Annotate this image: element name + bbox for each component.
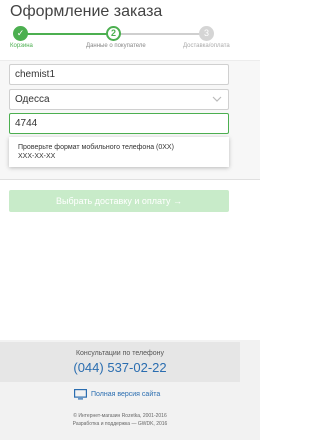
developer-text: Разработка и поддержка — GWDK, 2016: [72, 421, 168, 427]
progress-line-todo: [114, 33, 206, 35]
choose-delivery-button[interactable]: Выбрать доставку и оплату →: [9, 190, 229, 212]
login-value: chemist1: [15, 69, 56, 80]
monitor-icon: [74, 389, 87, 400]
city-select[interactable]: Одесса: [9, 89, 229, 110]
error-line-1: Проверьте формат мобильного телефона (0X…: [18, 144, 174, 151]
footer: Консультации по телефону (044) 537-02-22…: [0, 340, 260, 440]
step-1-label[interactable]: Корзина: [10, 43, 33, 49]
step-2-label: Данные о покупателе: [86, 43, 146, 49]
consult-label: Консультации по телефону: [75, 350, 165, 357]
page-title: Оформление заказа: [10, 3, 163, 20]
consult-block: Консультации по телефону (044) 537-02-22: [0, 342, 240, 382]
full-version-label: Полная версия сайта: [91, 391, 161, 398]
customer-form: chemist1 Одесса 4744 Проверьте формат мо…: [0, 60, 260, 180]
chevron-down-icon: [212, 96, 222, 102]
step-3-circle: 3: [199, 26, 214, 41]
checkout-header: Оформление заказа ✓ 2 3 Корзина Данные о…: [0, 0, 260, 60]
step-3-label: Доставка/оплата: [183, 43, 230, 49]
phone-error-tooltip: Проверьте формат мобильного телефона (0X…: [9, 137, 229, 167]
login-input[interactable]: chemist1: [9, 64, 229, 85]
consult-phone-link[interactable]: (044) 537-02-22: [0, 360, 240, 375]
city-value: Одесса: [15, 94, 50, 105]
phone-input[interactable]: 4744: [9, 113, 229, 134]
step-1-check-icon[interactable]: ✓: [13, 26, 28, 41]
phone-value: 4744: [15, 118, 38, 129]
error-line-2: XXX-XX-XX: [18, 153, 56, 160]
checkout-steps: ✓ 2 3 Корзина Данные о покупателе Достав…: [0, 24, 260, 54]
copyright-text: © Интернет-магазин Rozetka, 2001-2016: [73, 413, 167, 419]
progress-line-done: [20, 33, 114, 35]
step-2-circle: 2: [106, 26, 121, 41]
